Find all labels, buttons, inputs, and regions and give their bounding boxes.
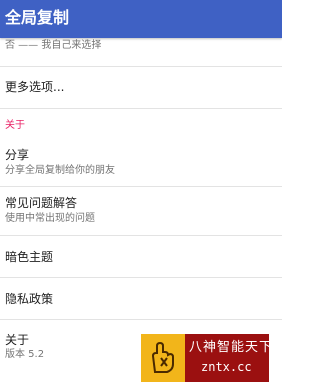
setting-item-title: 常见问题解答 [5,196,78,210]
setting-item-faq[interactable]: 常见问题解答 使用中常出现的问题 [0,187,282,236]
watermark-url: zntx.cc [201,360,252,374]
setting-item-title: 关于 [5,333,30,347]
setting-item-privacy-policy[interactable]: 隐私政策 [0,278,282,320]
setting-item-share[interactable]: 分享 分享全局复制给你的朋友 [0,137,282,187]
setting-item-summary: 分享全局复制给你的朋友 [5,165,115,176]
setting-item-title: 暗色主题 [5,250,54,264]
setting-item-selection-mode[interactable]: 否 —— 我自己来选择 [0,38,282,67]
setting-item-title: 隐私政策 [5,292,54,306]
setting-item-summary: 版本 5.2 [5,349,45,360]
hand-logo-icon [141,334,185,382]
watermark-title: 八神智能天下 [189,340,269,355]
screen: 全局复制 否 —— 我自己来选择 更多选项... 关于 分享 分享全局复制给你的… [0,0,282,385]
setting-item-summary: 否 —— 我自己来选择 [5,40,102,51]
setting-item-dark-theme[interactable]: 暗色主题 [0,236,282,278]
app-title: 全局复制 [5,8,70,27]
section-header-about: 关于 [0,109,282,137]
setting-item-summary: 使用中常出现的问题 [5,213,95,224]
app-bar: 全局复制 [0,0,282,38]
settings-list[interactable]: 否 —— 我自己来选择 更多选项... 关于 分享 分享全局复制给你的朋友 常见… [0,38,282,385]
setting-item-title: 分享 [5,148,30,162]
section-header-label: 关于 [5,120,25,131]
watermark-badge: 八神智能天下 zntx.cc [141,334,269,382]
setting-item-title: 更多选项... [5,80,65,94]
setting-item-more-options[interactable]: 更多选项... [0,67,282,109]
